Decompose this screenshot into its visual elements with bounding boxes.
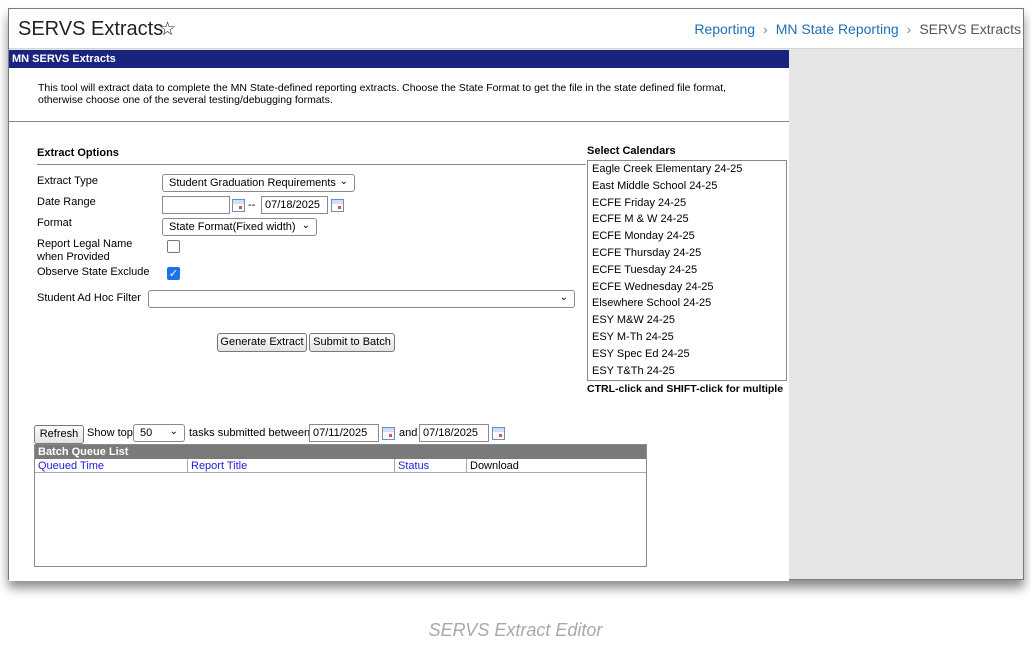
tool-header: MN SERVS Extracts bbox=[9, 50, 789, 68]
date-start-input[interactable] bbox=[162, 196, 230, 214]
app-window: SERVS Extracts ☆ Reporting › MN State Repo… bbox=[8, 8, 1024, 581]
calendar-option[interactable]: East Middle School 24-25 bbox=[588, 178, 786, 195]
ad-hoc-filter-label: Student Ad Hoc Filter bbox=[37, 292, 141, 304]
breadcrumb-reporting[interactable]: Reporting bbox=[694, 21, 755, 37]
side-background bbox=[789, 50, 1023, 579]
chevron-down-icon: ⌄ bbox=[301, 220, 310, 231]
calendar-option[interactable]: Eagle Creek Elementary 24-25 bbox=[588, 161, 786, 178]
tool-description: This tool will extract data to complete … bbox=[38, 82, 778, 106]
format-label: Format bbox=[37, 217, 72, 229]
calendar-list[interactable]: Eagle Creek Elementary 24-25 East Middle… bbox=[587, 160, 787, 381]
calendar-hint: CTRL-click and SHIFT-click for multiple bbox=[587, 383, 784, 395]
calendar-icon[interactable] bbox=[232, 199, 245, 212]
batch-queue-columns: Queued Time Report Title Status Download bbox=[35, 459, 646, 473]
legal-name-label: Report Legal Name bbox=[37, 238, 133, 250]
show-top-select[interactable]: 50 ⌄ bbox=[133, 424, 185, 442]
extract-type-label: Extract Type bbox=[37, 175, 98, 187]
breadcrumb: Reporting › MN State Reporting › SERVS Extra… bbox=[694, 21, 1021, 37]
observe-exclude-label: Observe State Exclude bbox=[37, 266, 150, 278]
format-value: State Format(Fixed width) bbox=[169, 221, 296, 233]
chevron-down-icon: ⌄ bbox=[339, 176, 348, 187]
title-bar: SERVS Extracts ☆ Reporting › MN State Repo… bbox=[9, 9, 1023, 49]
breadcrumb-current: SERVS Extracts bbox=[919, 21, 1021, 37]
extract-type-select[interactable]: Student Graduation Requirements ⌄ bbox=[162, 174, 355, 192]
column-status[interactable]: Status bbox=[395, 459, 467, 473]
and-label: and bbox=[399, 427, 418, 439]
calendar-option[interactable]: ECFE Thursday 24-25 bbox=[588, 245, 786, 262]
show-top-label: Show top bbox=[87, 427, 133, 439]
calendar-icon[interactable] bbox=[382, 427, 395, 440]
date-separator: -- bbox=[248, 199, 256, 211]
chevron-down-icon: ⌄ bbox=[169, 426, 178, 437]
calendar-option[interactable]: ESY M-Th 24-25 bbox=[588, 329, 786, 346]
chevron-right-icon: › bbox=[906, 21, 912, 37]
tasks-between-label: tasks submitted between bbox=[189, 427, 311, 439]
refresh-button[interactable]: Refresh bbox=[34, 425, 84, 444]
batch-queue-title: Batch Queue List bbox=[35, 445, 646, 459]
generate-extract-button[interactable]: Generate Extract bbox=[217, 333, 307, 352]
ad-hoc-filter-select[interactable]: ⌄ bbox=[148, 290, 575, 308]
chevron-right-icon: › bbox=[763, 21, 768, 37]
observe-exclude-checkbox[interactable]: ✓ bbox=[167, 267, 180, 280]
calendar-option[interactable]: Elsewhere School 24-25 bbox=[588, 295, 786, 312]
figure-caption: SERVS Extract Editor bbox=[428, 620, 603, 640]
description-line: This tool will extract data to complete … bbox=[38, 82, 727, 94]
description-line: otherwise choose one of the several test… bbox=[38, 94, 333, 106]
calendar-option[interactable]: ECFE M & W 24-25 bbox=[588, 211, 786, 228]
show-top-value: 50 bbox=[140, 427, 153, 439]
select-calendars-title: Select Calendars bbox=[587, 145, 676, 157]
calendar-icon[interactable] bbox=[331, 199, 344, 212]
calendar-option[interactable]: ECFE Friday 24-25 bbox=[588, 195, 786, 212]
column-report-title[interactable]: Report Title bbox=[188, 459, 395, 473]
divider bbox=[9, 121, 789, 122]
date-end-input[interactable]: 07/18/2025 bbox=[261, 196, 328, 214]
column-download: Download bbox=[470, 460, 519, 472]
calendar-option[interactable]: ESY M&W 24-25 bbox=[588, 312, 786, 329]
submit-to-batch-button[interactable]: Submit to Batch bbox=[309, 333, 395, 352]
extract-options-title: Extract Options bbox=[37, 147, 119, 159]
date-range-label: Date Range bbox=[37, 196, 96, 208]
extract-type-value: Student Graduation Requirements bbox=[169, 177, 336, 189]
calendar-option[interactable]: ESY T&Th 24-25 bbox=[588, 363, 786, 380]
legal-name-label-cont: when Provided bbox=[37, 251, 110, 263]
batch-from-date-input[interactable]: 07/11/2025 bbox=[309, 424, 379, 442]
breadcrumb-mn-state-reporting[interactable]: MN State Reporting bbox=[776, 21, 899, 37]
chevron-down-icon: ⌄ bbox=[559, 292, 568, 303]
calendar-icon[interactable] bbox=[492, 427, 505, 440]
batch-to-date-input[interactable]: 07/18/2025 bbox=[419, 424, 489, 442]
calendar-option[interactable]: ECFE Tuesday 24-25 bbox=[588, 262, 786, 279]
page-title: SERVS Extracts bbox=[18, 18, 164, 40]
format-select[interactable]: State Format(Fixed width) ⌄ bbox=[162, 218, 317, 236]
favorite-star-icon[interactable]: ☆ bbox=[159, 18, 176, 41]
calendar-option[interactable]: ECFE Wednesday 24-25 bbox=[588, 279, 786, 296]
calendar-option[interactable]: ESY Spec Ed 24-25 bbox=[588, 346, 786, 363]
calendar-option[interactable]: ECFE Monday 24-25 bbox=[588, 228, 786, 245]
legal-name-checkbox[interactable] bbox=[167, 240, 180, 253]
section-divider bbox=[37, 164, 586, 165]
column-queued-time[interactable]: Queued Time bbox=[35, 459, 188, 473]
batch-queue-list: Batch Queue List Queued Time Report Titl… bbox=[34, 444, 647, 567]
